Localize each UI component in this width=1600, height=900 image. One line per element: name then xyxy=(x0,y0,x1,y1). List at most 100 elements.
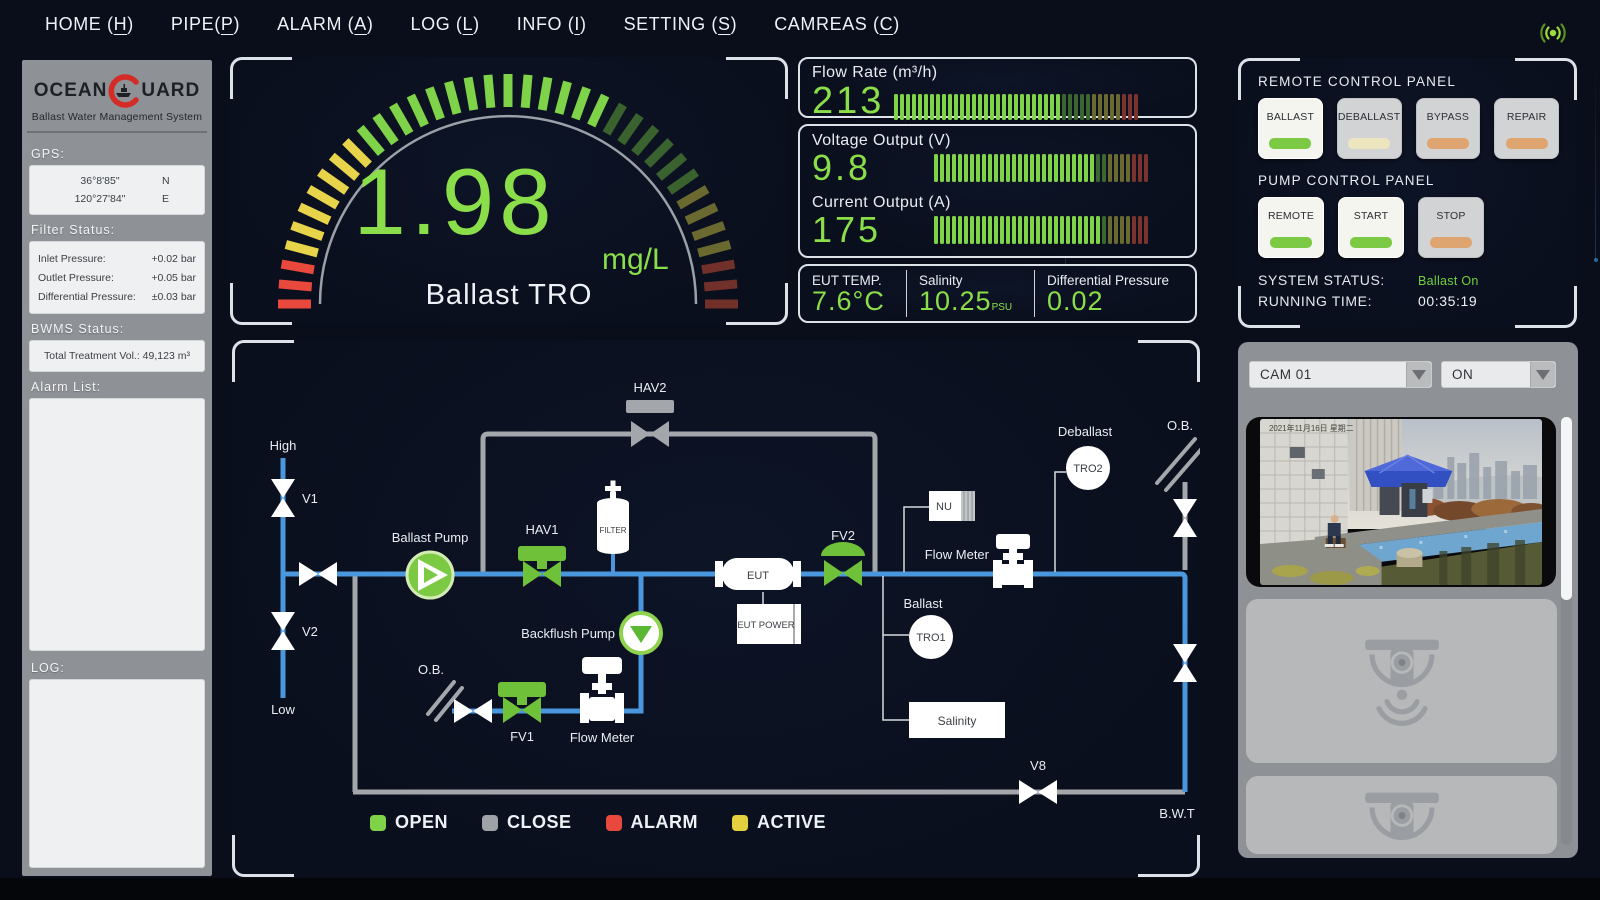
scrollbar-thumb[interactable] xyxy=(1561,417,1572,600)
camera-feed-image: 2021年11月16日 星期二 xyxy=(1260,419,1542,585)
pipe-diagram: FILTER EUT EUT POWER xyxy=(232,340,1200,877)
camera-power-dropdown[interactable]: ON xyxy=(1441,361,1556,388)
button-state-indicator xyxy=(1506,138,1548,149)
valve-v2[interactable] xyxy=(271,612,295,650)
filter-status-row: Differential Pressure: ±0.03 bar xyxy=(38,287,196,306)
nav-item-c[interactable]: CAMREAS (C) xyxy=(774,14,900,35)
system-status-value: Ballast On xyxy=(1418,272,1479,288)
gps-lon: 120°27'84" xyxy=(38,193,162,205)
pump-panel-title: PUMP CONTROL PANEL xyxy=(1258,173,1559,188)
tro1-sensor[interactable]: TRO1 xyxy=(909,615,953,659)
remote-button-deballast[interactable]: DEBALLAST xyxy=(1337,98,1402,159)
backflush-pump[interactable] xyxy=(621,613,661,653)
nav-item-s[interactable]: SETTING (S) xyxy=(624,14,738,35)
pump-button-stop[interactable]: STOP xyxy=(1418,197,1484,258)
valve-backflush-ob[interactable] xyxy=(454,699,492,723)
flow-meter-left-label: Flow Meter xyxy=(570,730,635,745)
valve-v1[interactable] xyxy=(271,479,295,517)
nav-item-a[interactable]: ALARM (A) xyxy=(277,14,373,35)
legend-item-open: OPEN xyxy=(370,812,448,833)
gate-valves xyxy=(271,479,1197,804)
valve-inlet[interactable] xyxy=(299,562,337,586)
flow-rate-bar xyxy=(894,94,1138,120)
ballast-pump[interactable] xyxy=(407,552,453,598)
pump-button-start[interactable]: START xyxy=(1338,197,1404,258)
button-state-indicator xyxy=(1348,138,1390,149)
remote-button-bypass[interactable]: BYPASS xyxy=(1416,98,1481,159)
current-bar xyxy=(934,216,1148,244)
high-label: High xyxy=(270,438,297,453)
chevron-down-icon[interactable] xyxy=(1406,362,1431,387)
nav-item-l[interactable]: LOG (L) xyxy=(411,14,480,35)
camera-placeholder-tile[interactable] xyxy=(1246,776,1557,854)
current-value: 175 xyxy=(812,212,924,248)
camera-list-scrollbar[interactable] xyxy=(1561,417,1572,845)
voltage-value: 9.8 xyxy=(812,150,924,186)
gps-lat: 36°8'85" xyxy=(38,175,162,187)
alarm-list-label: Alarm List: xyxy=(31,380,203,394)
flow-meter-right-label: Flow Meter xyxy=(925,547,990,562)
flow-rate-panel: Flow Rate (m³/h) 213 xyxy=(798,57,1197,118)
camera-monitor: 2021年11月16日 星期二 xyxy=(1246,417,1556,587)
salinity-sensor-box: Salinity xyxy=(909,702,1005,738)
outlet-pressure-label: Outlet Pressure: xyxy=(38,272,114,284)
low-label: Low xyxy=(271,702,295,717)
flow-meter-main[interactable] xyxy=(993,534,1033,588)
running-time-row: RUNNING TIME: 00:35:19 xyxy=(1258,293,1559,309)
eut-temp-value: 7.6°C xyxy=(812,288,894,315)
tro-gauge-label: Ballast TRO xyxy=(230,279,788,312)
diff-pressure-value: ±0.03 bar xyxy=(152,291,196,303)
nav-item-h[interactable]: HOME (H) xyxy=(45,14,134,35)
bwms-status-label: BWMS Status: xyxy=(31,322,203,336)
camera-placeholder-tile[interactable] xyxy=(1246,599,1557,763)
button-state-indicator xyxy=(1427,138,1469,149)
filter-status-box: Inlet Pressure: +0.02 bar Outlet Pressur… xyxy=(29,241,205,314)
stats-panel: EUT TEMP. 7.6°C Salinity 10.25PSU Differ… xyxy=(798,264,1197,323)
bwt-label: B.W.T xyxy=(1159,806,1194,821)
salinity-box-label: Salinity xyxy=(938,714,977,728)
flow-meter-backflush[interactable] xyxy=(580,657,624,723)
nav-item-i[interactable]: INFO (I) xyxy=(517,14,587,35)
filter-unit[interactable]: FILTER xyxy=(597,481,629,555)
button-state-indicator xyxy=(1430,237,1472,248)
tro2-label: TRO2 xyxy=(1073,463,1102,475)
gps-row: 120°27'84" E xyxy=(38,190,196,208)
valve-v8[interactable] xyxy=(1019,780,1057,804)
valve-ob-right[interactable] xyxy=(1173,499,1197,537)
fv1-label: FV1 xyxy=(510,729,534,744)
filter-status-row: Outlet Pressure: +0.05 bar xyxy=(38,268,196,287)
bottom-strip xyxy=(0,878,1600,900)
valve-fv2[interactable] xyxy=(821,542,865,586)
pipe-diagram-panel: FILTER EUT EUT POWER xyxy=(232,340,1200,877)
chevron-down-icon[interactable] xyxy=(1530,362,1555,387)
tro2-sensor[interactable]: TRO2 xyxy=(1066,446,1110,490)
nav-item-p[interactable]: PIPE(P) xyxy=(171,14,240,35)
camera-select-dropdown[interactable]: CAM 01 xyxy=(1249,361,1432,388)
top-nav: HOME (H) PIPE(P) ALARM (A) LOG (L) INFO (I) S… xyxy=(45,14,900,35)
pump-button-remote[interactable]: REMOTE xyxy=(1258,197,1324,258)
salinity-value: 10.25PSU xyxy=(919,288,1022,315)
ob-left-label: O.B. xyxy=(418,662,444,677)
valve-hav2[interactable] xyxy=(626,400,674,447)
hav1-label: HAV1 xyxy=(526,522,559,537)
filter-label: FILTER xyxy=(600,526,627,535)
remote-button-ballast[interactable]: BALLAST xyxy=(1258,98,1323,159)
salinity-stat: Salinity 10.25PSU xyxy=(906,270,1034,317)
dome-camera-icon xyxy=(1356,788,1448,854)
valve-hav1[interactable] xyxy=(518,546,566,587)
system-status-label: SYSTEM STATUS: xyxy=(1258,272,1418,288)
remote-button-repair[interactable]: REPAIR xyxy=(1494,98,1559,159)
inlet-pressure-value: +0.02 bar xyxy=(151,253,196,265)
system-status-row: SYSTEM STATUS: Ballast On xyxy=(1258,272,1559,288)
alarm-list-box[interactable] xyxy=(29,398,205,651)
valve-state-legend: OPENCLOSEALARMACTIVE xyxy=(370,812,826,833)
valve-fv1[interactable] xyxy=(498,682,546,723)
valve-bwt-right[interactable] xyxy=(1173,644,1197,682)
running-time-value: 00:35:19 xyxy=(1418,293,1477,309)
log-box[interactable] xyxy=(29,679,205,868)
eut-label: EUT xyxy=(747,570,769,582)
nu-label: NU xyxy=(936,501,952,513)
backflush-pipe xyxy=(452,576,641,711)
eut-unit[interactable]: EUT xyxy=(715,558,801,590)
main-pipe xyxy=(283,574,1185,792)
